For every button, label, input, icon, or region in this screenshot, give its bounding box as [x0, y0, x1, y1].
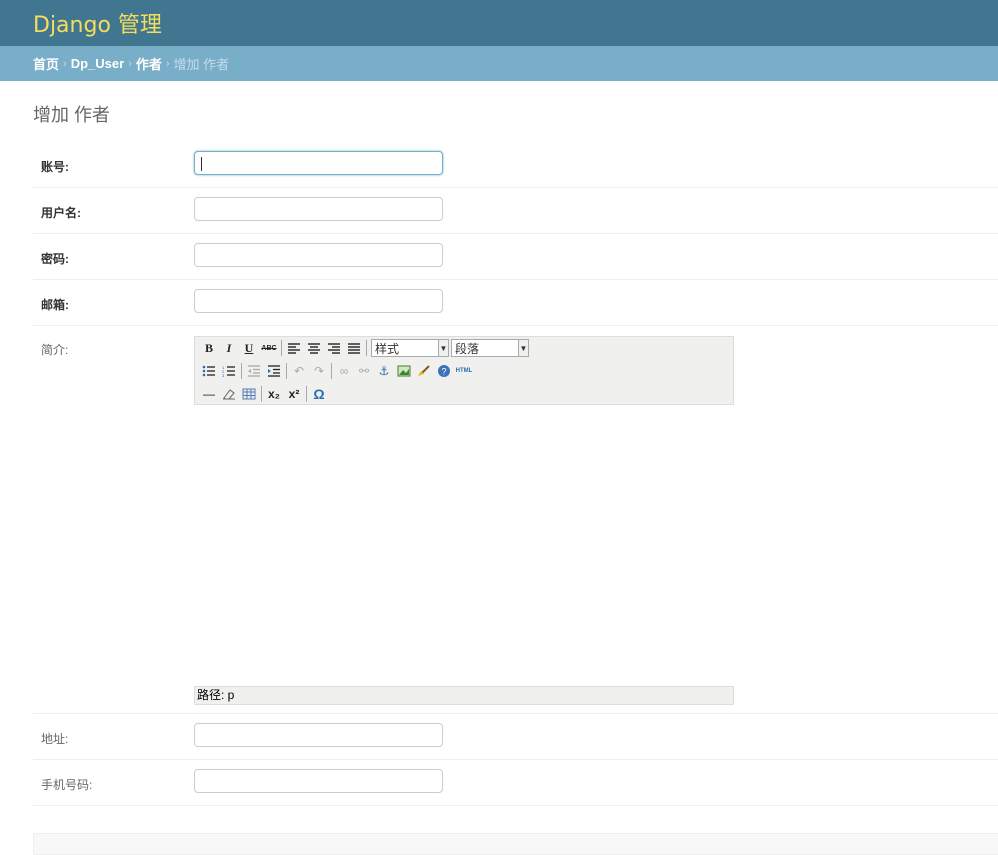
- site-header: Django 管理: [0, 0, 998, 46]
- visual-aid-icon[interactable]: [239, 384, 259, 404]
- superscript-icon[interactable]: x²: [284, 384, 304, 404]
- breadcrumb-separator: ›: [128, 57, 132, 70]
- address-label: 地址:: [41, 732, 69, 746]
- format-select-value: 段落: [455, 341, 480, 356]
- editor-status-path: 路径: p: [194, 686, 734, 705]
- form-row-phone: 手机号码:: [33, 760, 998, 806]
- unlink-icon[interactable]: ⚯: [354, 361, 374, 381]
- svg-text:?: ?: [442, 367, 447, 377]
- form-row-address: 地址:: [33, 714, 998, 760]
- redo-icon[interactable]: ↷: [309, 361, 329, 381]
- image-icon[interactable]: [394, 361, 414, 381]
- html-source-icon[interactable]: HTML: [454, 361, 474, 381]
- format-select[interactable]: 段落 ▼: [451, 339, 529, 357]
- form-row-account: 账号:: [33, 142, 998, 188]
- rich-text-editor: B I U ABC 样式 ▼ 段落 ▼ 1 2 3 ↶ ↷ ∞ ⚯ ⚓ ? HT…: [194, 336, 734, 706]
- italic-icon[interactable]: I: [219, 338, 239, 358]
- account-input[interactable]: [194, 151, 443, 175]
- breadcrumb-home[interactable]: 首页: [33, 54, 59, 73]
- toolbar-separator: [331, 363, 332, 379]
- indent-icon[interactable]: [264, 361, 284, 381]
- dropdown-arrow-icon: ▼: [518, 340, 528, 356]
- email-label: 邮箱:: [41, 298, 69, 312]
- numbered-list-icon[interactable]: 123: [219, 361, 239, 381]
- breadcrumb-app[interactable]: Dp_User: [71, 56, 124, 71]
- editor-toolbar: B I U ABC 样式 ▼ 段落 ▼ 1 2 3 ↶ ↷ ∞ ⚯ ⚓ ? HT…: [194, 336, 734, 405]
- phone-input[interactable]: [194, 769, 443, 793]
- special-char-icon[interactable]: Ω: [309, 384, 329, 404]
- bullet-list-icon[interactable]: [199, 361, 219, 381]
- cleanup-icon[interactable]: [414, 361, 434, 381]
- breadcrumb-current: 增加 作者: [173, 57, 230, 72]
- form-row-password: 密码:: [33, 234, 998, 280]
- underline-icon[interactable]: U: [239, 338, 259, 358]
- intro-label: 简介:: [41, 343, 69, 357]
- help-icon[interactable]: ?: [434, 361, 454, 381]
- phone-label: 手机号码:: [41, 778, 93, 792]
- breadcrumb-separator: ›: [165, 57, 170, 70]
- align-left-icon[interactable]: [284, 338, 304, 358]
- align-right-icon[interactable]: [324, 338, 344, 358]
- toolbar-separator: [306, 386, 307, 402]
- undo-icon[interactable]: ↶: [289, 361, 309, 381]
- site-title[interactable]: Django 管理: [33, 7, 162, 39]
- submit-row: [33, 833, 998, 855]
- account-label: 账号:: [41, 160, 69, 174]
- text-caret: [201, 157, 202, 171]
- form-row-intro: 简介: B I U ABC 样式 ▼ 段落 ▼ 1 2 3 ↶ ↷ ∞ ⚯ ⚓ …: [33, 326, 998, 714]
- toolbar-separator: [281, 340, 282, 356]
- bold-icon[interactable]: B: [199, 338, 219, 358]
- password-input[interactable]: [194, 243, 443, 267]
- horizontal-rule-icon[interactable]: —: [199, 384, 219, 404]
- align-center-icon[interactable]: [304, 338, 324, 358]
- outdent-icon[interactable]: [244, 361, 264, 381]
- toolbar-separator: [241, 363, 242, 379]
- align-justify-icon[interactable]: [344, 338, 364, 358]
- password-label: 密码:: [41, 252, 69, 266]
- link-icon[interactable]: ∞: [334, 361, 354, 381]
- form-row-username: 用户名:: [33, 188, 998, 234]
- remove-format-icon[interactable]: [219, 384, 239, 404]
- breadcrumb-model[interactable]: 作者: [136, 54, 162, 73]
- style-select-value: 样式: [375, 341, 400, 356]
- svg-text:3: 3: [222, 373, 225, 377]
- address-input[interactable]: [194, 723, 443, 747]
- breadcrumb: 首页 › Dp_User › 作者 › 增加 作者: [0, 46, 998, 81]
- strikethrough-icon[interactable]: ABC: [259, 338, 279, 358]
- style-select[interactable]: 样式 ▼: [371, 339, 449, 357]
- toolbar-separator: [366, 340, 367, 356]
- form-row-email: 邮箱:: [33, 280, 998, 326]
- username-label: 用户名:: [41, 206, 81, 220]
- editor-content-area[interactable]: [194, 405, 734, 686]
- breadcrumb-separator: ›: [63, 57, 67, 70]
- toolbar-separator: [286, 363, 287, 379]
- dropdown-arrow-icon: ▼: [438, 340, 448, 356]
- email-input[interactable]: [194, 289, 443, 313]
- page-title: 增加 作者: [33, 105, 111, 125]
- anchor-icon[interactable]: ⚓: [374, 361, 394, 381]
- toolbar-separator: [261, 386, 262, 402]
- username-input[interactable]: [194, 197, 443, 221]
- subscript-icon[interactable]: x₂: [264, 384, 284, 404]
